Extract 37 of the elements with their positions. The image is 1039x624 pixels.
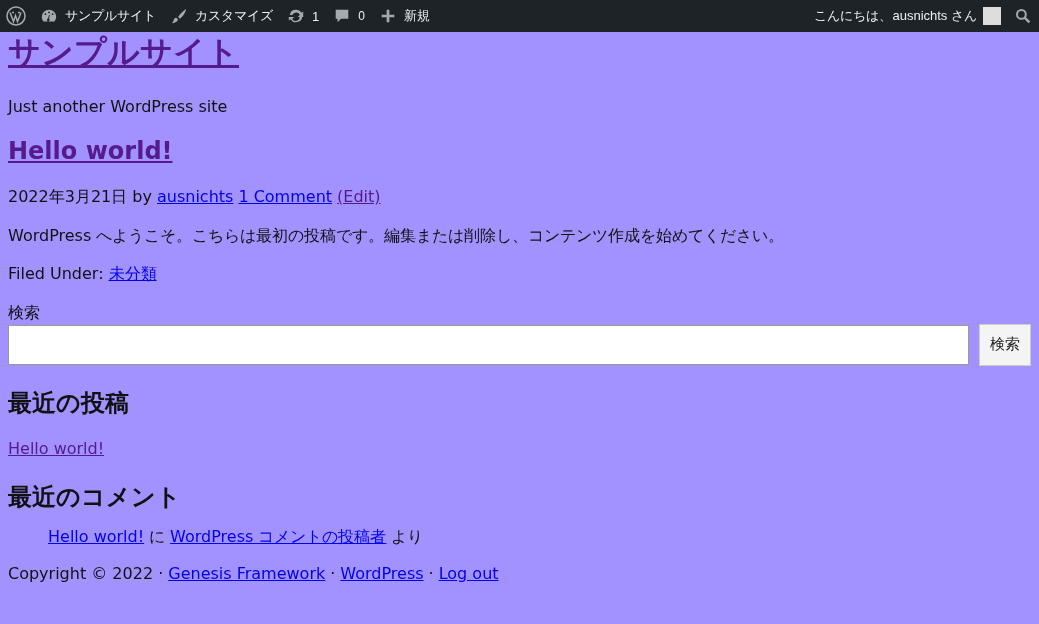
inline-text: Filed Under: xyxy=(8,264,104,286)
inline-text: に xyxy=(149,527,166,548)
recent-post-link[interactable]: Hello world! xyxy=(8,439,105,460)
admin-bar-item[interactable]: 0 xyxy=(333,0,365,32)
search-field[interactable] xyxy=(8,324,969,365)
admin-bar-item[interactable]: 1 xyxy=(287,0,320,32)
inline-text: · xyxy=(428,563,434,585)
search-label: 検索 xyxy=(8,303,41,324)
text-link[interactable]: ausnichts xyxy=(156,186,234,208)
admin-bar-item[interactable]: サンプルサイト xyxy=(40,0,156,32)
admin-bar-item[interactable]: カスタマイズ xyxy=(170,0,273,32)
inline-text: 2022年3月21日 by xyxy=(8,186,152,208)
account-greeting[interactable]: こんにちは、ausnichts さん xyxy=(814,7,1001,25)
text-link[interactable]: WordPress xyxy=(340,563,424,585)
search-icon[interactable] xyxy=(1015,8,1031,24)
site-title[interactable]: サンプルサイト xyxy=(8,33,239,71)
text-link[interactable]: (Edit) xyxy=(337,186,381,208)
site-description: Just another WordPress site xyxy=(8,96,229,118)
post-title[interactable]: Hello world! xyxy=(8,136,173,165)
text-link[interactable]: Hello world! xyxy=(48,527,145,548)
search-button[interactable]: 検索 xyxy=(979,323,1031,366)
avatar-icon xyxy=(983,7,1001,25)
post-content: WordPress へようこそ。こちらは最初の投稿です。編集または削除し、コンテンツ作成を始めてください。 xyxy=(8,225,786,247)
text-link[interactable]: 未分類 xyxy=(108,264,157,286)
inline-text: より xyxy=(391,527,424,548)
refresh-icon xyxy=(287,7,305,25)
wordpress-logo-icon[interactable] xyxy=(6,6,26,26)
inline-text: Copyright © 2022 · xyxy=(8,563,164,585)
text-link[interactable]: Log out xyxy=(438,563,499,585)
admin-bar-item[interactable]: 新規 xyxy=(378,0,430,32)
text-link[interactable]: 1 Comment xyxy=(238,186,333,208)
brush-icon xyxy=(170,7,188,25)
widget-heading: 最近のコメント xyxy=(8,481,182,513)
inline-text: · xyxy=(330,563,336,585)
text-link[interactable]: WordPress コメントの投稿者 xyxy=(170,527,387,548)
text-link[interactable]: Genesis Framework xyxy=(168,563,326,585)
widget-heading: 最近の投稿 xyxy=(8,387,130,419)
